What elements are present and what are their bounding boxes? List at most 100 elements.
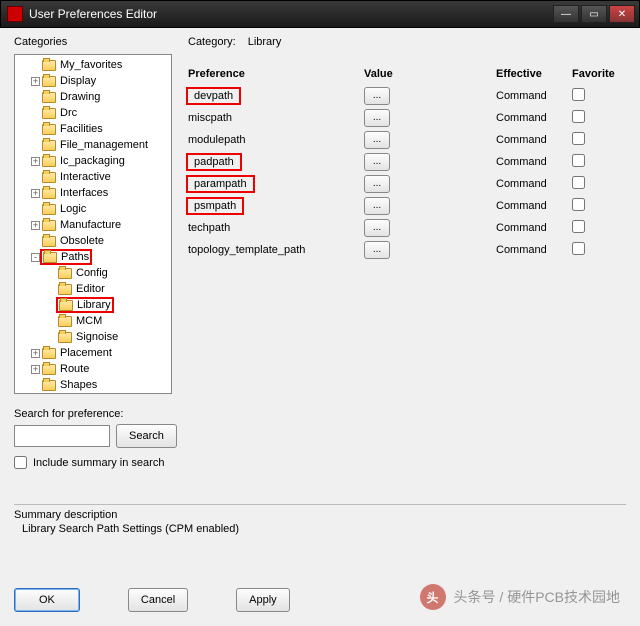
folder-icon bbox=[42, 140, 56, 151]
tree-item-mcm[interactable]: MCM bbox=[15, 313, 171, 329]
pref-row-techpath: techpath...Command bbox=[188, 218, 626, 238]
tree-label: Editor bbox=[76, 283, 105, 295]
folder-icon bbox=[42, 364, 56, 375]
value-browse-button[interactable]: ... bbox=[364, 87, 390, 105]
effective-value: Command bbox=[496, 134, 572, 146]
expander-icon bbox=[31, 173, 40, 182]
tree-item-logic[interactable]: Logic bbox=[15, 201, 171, 217]
tree-item-editor[interactable]: Editor bbox=[15, 281, 171, 297]
pref-name: topology_template_path bbox=[188, 244, 305, 256]
col-favorite: Favorite bbox=[572, 68, 626, 80]
effective-value: Command bbox=[496, 200, 572, 212]
folder-icon bbox=[42, 348, 56, 359]
preferences-header: Preference Value Effective Favorite bbox=[188, 64, 626, 84]
include-summary-checkbox[interactable] bbox=[14, 456, 27, 469]
folder-icon bbox=[42, 108, 56, 119]
value-browse-button[interactable]: ... bbox=[364, 109, 390, 127]
tree-item-display[interactable]: +Display bbox=[15, 73, 171, 89]
expander-icon bbox=[31, 109, 40, 118]
expander-icon[interactable]: - bbox=[31, 253, 40, 262]
tree-item-drc[interactable]: Drc bbox=[15, 105, 171, 121]
effective-value: Command bbox=[496, 178, 572, 190]
tree-item-drawing[interactable]: Drawing bbox=[15, 89, 171, 105]
tree-item-route[interactable]: +Route bbox=[15, 361, 171, 377]
summary-text: Library Search Path Settings (CPM enable… bbox=[14, 523, 626, 535]
favorite-checkbox[interactable] bbox=[572, 154, 585, 167]
folder-icon bbox=[42, 172, 56, 183]
expander-icon[interactable]: + bbox=[31, 349, 40, 358]
value-browse-button[interactable]: ... bbox=[364, 175, 390, 193]
apply-button[interactable]: Apply bbox=[236, 588, 290, 612]
folder-icon bbox=[42, 188, 56, 199]
tree-item-library[interactable]: Library bbox=[15, 297, 171, 313]
favorite-checkbox[interactable] bbox=[572, 220, 585, 233]
expander-icon bbox=[47, 333, 56, 342]
tree-item-manufacture[interactable]: +Manufacture bbox=[15, 217, 171, 233]
value-browse-button[interactable]: ... bbox=[364, 131, 390, 149]
favorite-checkbox[interactable] bbox=[572, 198, 585, 211]
watermark: 头 头条号 / 硬件PCB技术园地 bbox=[420, 584, 620, 610]
folder-icon bbox=[42, 156, 56, 167]
category-key-label: Category: bbox=[188, 36, 236, 48]
tree-item-my_favorites[interactable]: My_favorites bbox=[15, 57, 171, 73]
tree-label: Placement bbox=[60, 347, 112, 359]
tree-item-placement[interactable]: + Placement bbox=[15, 345, 171, 361]
tree-item-signal_analysis[interactable]: +Signal_analysis bbox=[15, 393, 171, 394]
tree-item-facilities[interactable]: Facilities bbox=[15, 121, 171, 137]
tree-label: Config bbox=[76, 267, 108, 279]
favorite-checkbox[interactable] bbox=[572, 88, 585, 101]
expander-icon bbox=[47, 269, 56, 278]
favorite-checkbox[interactable] bbox=[572, 132, 585, 145]
app-icon bbox=[7, 6, 23, 22]
pref-name: psmpath bbox=[186, 197, 244, 215]
search-button[interactable]: Search bbox=[116, 424, 177, 448]
value-browse-button[interactable]: ... bbox=[364, 153, 390, 171]
folder-icon bbox=[58, 332, 72, 343]
search-input[interactable] bbox=[14, 425, 110, 447]
favorite-checkbox[interactable] bbox=[572, 176, 585, 189]
tree-label: MCM bbox=[76, 315, 102, 327]
ok-button[interactable]: OK bbox=[14, 588, 80, 612]
pref-name: modulepath bbox=[188, 134, 246, 146]
pref-row-padpath: padpath...Command bbox=[188, 152, 626, 172]
expander-icon[interactable]: + bbox=[31, 157, 40, 166]
minimize-button[interactable]: — bbox=[553, 5, 579, 23]
tree-item-signoise[interactable]: Signoise bbox=[15, 329, 171, 345]
tree-label: Logic bbox=[60, 203, 86, 215]
title-bar: User Preferences Editor — ▭ ✕ bbox=[0, 0, 640, 28]
tree-label: My_favorites bbox=[60, 59, 122, 71]
tree-item-obsolete[interactable]: Obsolete bbox=[15, 233, 171, 249]
pref-row-topology_template_path: topology_template_path... Command bbox=[188, 240, 626, 260]
folder-icon bbox=[42, 124, 56, 135]
pref-row-parampath: parampath...Command bbox=[188, 174, 626, 194]
tree-item-file_management[interactable]: File_management bbox=[15, 137, 171, 153]
tree-label: Obsolete bbox=[60, 235, 104, 247]
expander-icon[interactable]: + bbox=[31, 77, 40, 86]
folder-icon bbox=[42, 76, 56, 87]
tree-label: Paths bbox=[61, 251, 89, 263]
tree-item-interactive[interactable]: Interactive bbox=[15, 169, 171, 185]
preferences-list: devpath...Commandmiscpath...Commandmodul… bbox=[188, 86, 626, 260]
tree-item-interfaces[interactable]: +Interfaces bbox=[15, 185, 171, 201]
close-button[interactable]: ✕ bbox=[609, 5, 635, 23]
value-browse-button[interactable]: ... bbox=[364, 241, 390, 259]
tree-item-shapes[interactable]: Shapes bbox=[15, 377, 171, 393]
expander-icon[interactable]: + bbox=[31, 221, 40, 230]
tree-item-config[interactable]: Config bbox=[15, 265, 171, 281]
effective-value: Command bbox=[496, 244, 572, 256]
window-title: User Preferences Editor bbox=[29, 7, 553, 21]
tree-label: Drawing bbox=[60, 91, 100, 103]
cancel-button[interactable]: Cancel bbox=[128, 588, 188, 612]
tree-item-paths[interactable]: - Paths bbox=[15, 249, 171, 265]
favorite-checkbox[interactable] bbox=[572, 110, 585, 123]
maximize-button[interactable]: ▭ bbox=[581, 5, 607, 23]
expander-icon[interactable]: + bbox=[31, 189, 40, 198]
effective-value: Command bbox=[496, 156, 572, 168]
expander-icon[interactable]: + bbox=[31, 365, 40, 374]
favorite-checkbox[interactable] bbox=[572, 242, 585, 255]
tree-item-ic_packaging[interactable]: +Ic_packaging bbox=[15, 153, 171, 169]
pref-name: devpath bbox=[186, 87, 241, 105]
value-browse-button[interactable]: ... bbox=[364, 197, 390, 215]
value-browse-button[interactable]: ... bbox=[364, 219, 390, 237]
categories-tree[interactable]: My_favorites +Display Drawing DrcFacilities… bbox=[14, 54, 172, 394]
